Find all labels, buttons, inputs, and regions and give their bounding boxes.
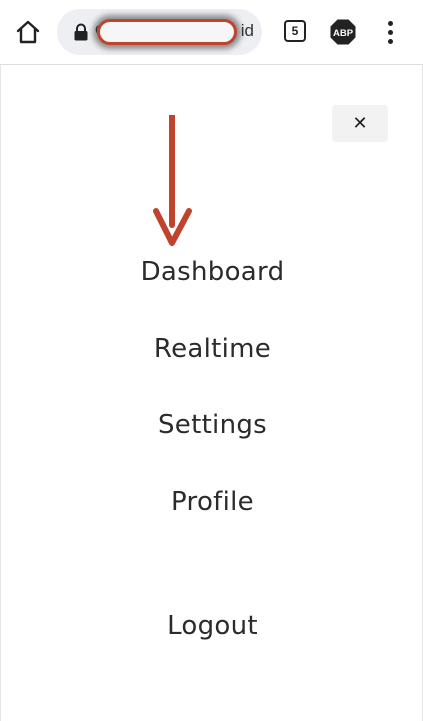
tab-switcher-button[interactable]: 5 <box>284 20 306 42</box>
more-vert-icon-dot <box>387 38 393 44</box>
adblock-button[interactable]: ABP <box>329 18 357 46</box>
adblock-label: ABP <box>333 28 354 39</box>
adblock-icon: ABP <box>330 19 356 45</box>
menu-item-profile[interactable]: Profile <box>1 487 423 517</box>
address-bar[interactable]: o id <box>57 9 262 55</box>
menu-item-logout[interactable]: Logout <box>1 611 423 641</box>
home-button[interactable] <box>13 17 43 47</box>
menu-item-dashboard[interactable]: Dashboard <box>1 257 423 287</box>
menu-item-settings[interactable]: Settings <box>1 410 423 440</box>
browser-toolbar: o id 5 ABP <box>0 0 423 65</box>
browser-menu-button[interactable] <box>380 18 400 46</box>
url-redaction-mark <box>97 19 237 45</box>
annotation-arrow <box>153 115 192 246</box>
menu-item-realtime[interactable]: Realtime <box>1 334 423 364</box>
url-text-end: id <box>240 21 254 40</box>
lock-icon <box>74 23 88 41</box>
close-menu-button[interactable]: ✕ <box>332 105 388 142</box>
navigation-menu: ✕ Dashboard Realtime Settings Profile Lo… <box>0 65 423 721</box>
more-vert-icon-dot <box>387 29 393 35</box>
more-vert-icon <box>387 20 393 26</box>
tab-count: 5 <box>291 24 299 38</box>
home-icon <box>16 20 40 44</box>
close-icon: ✕ <box>352 113 368 134</box>
